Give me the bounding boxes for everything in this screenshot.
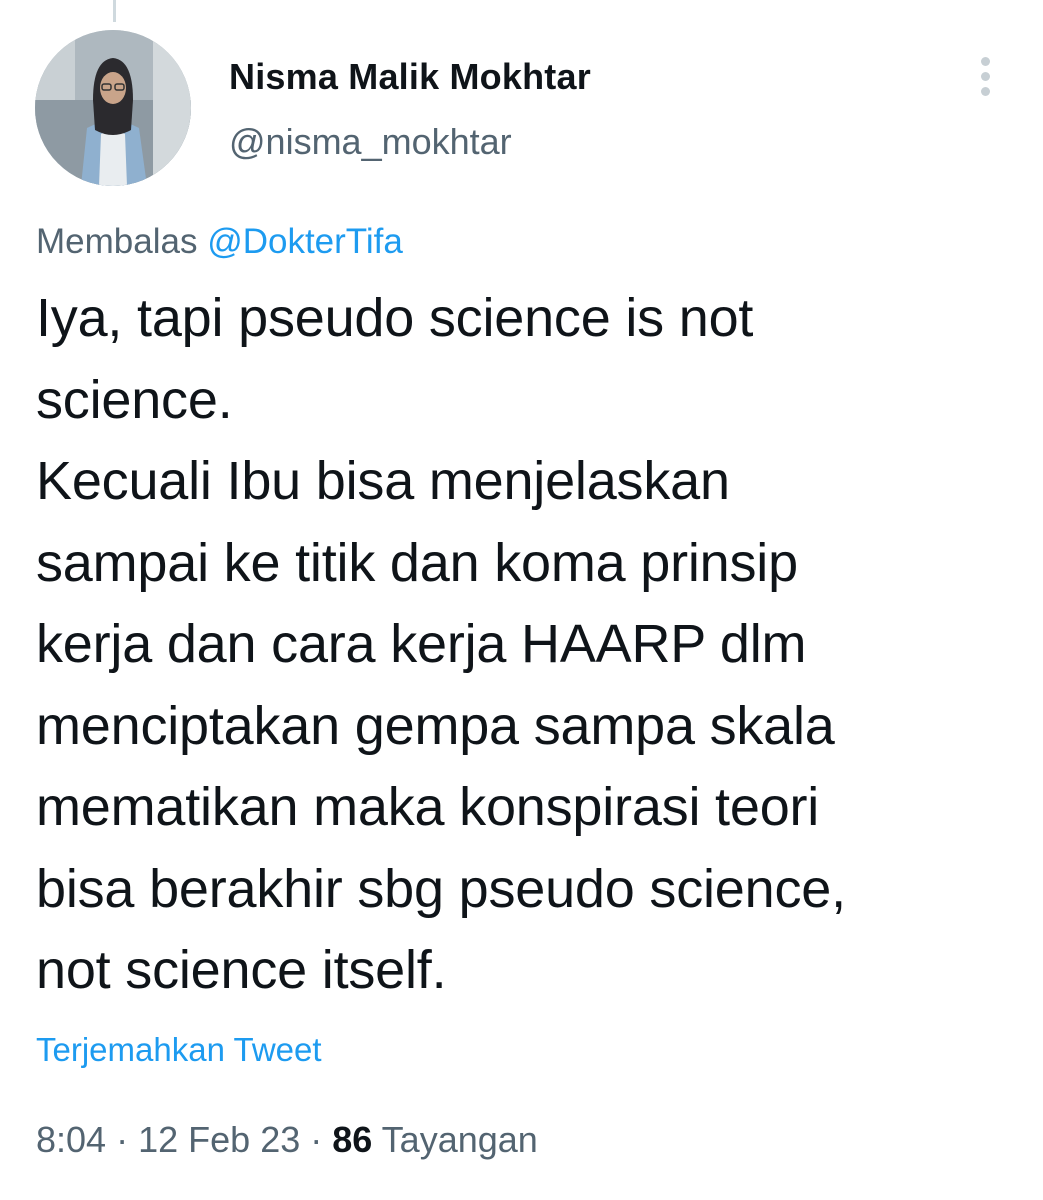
- reply-to-mention-link[interactable]: @DokterTifa: [207, 222, 403, 261]
- meta-separator: ·: [310, 1119, 323, 1160]
- tweet-text: Iya, tapi pseudo science is not science.…: [36, 288, 846, 1000]
- more-options-button[interactable]: [966, 52, 1006, 100]
- thread-connector-line: [113, 0, 116, 22]
- tweet-metadata: 8:04 · 12 Feb 23 · 86 Tayangan: [36, 1119, 538, 1161]
- reply-prefix: Membalas: [36, 222, 198, 261]
- vertical-ellipsis-icon: [981, 57, 990, 66]
- reply-context: Membalas @DokterTifa: [36, 222, 403, 262]
- translate-tweet-link[interactable]: Terjemahkan Tweet: [36, 1031, 322, 1069]
- vertical-ellipsis-icon-dot: [981, 72, 990, 81]
- author-handle[interactable]: @nisma_mokhtar: [229, 121, 512, 163]
- profile-photo-icon: [35, 30, 191, 186]
- tweet-time[interactable]: 8:04: [36, 1119, 106, 1160]
- tweet-date[interactable]: 12 Feb 23: [138, 1119, 300, 1160]
- views-label: Tayangan: [381, 1119, 538, 1160]
- avatar[interactable]: [35, 30, 191, 186]
- meta-separator: ·: [116, 1119, 129, 1160]
- views-count: 86: [332, 1119, 373, 1160]
- author-display-name[interactable]: Nisma Malik Mokhtar: [229, 56, 591, 98]
- vertical-ellipsis-icon-dot: [981, 87, 990, 96]
